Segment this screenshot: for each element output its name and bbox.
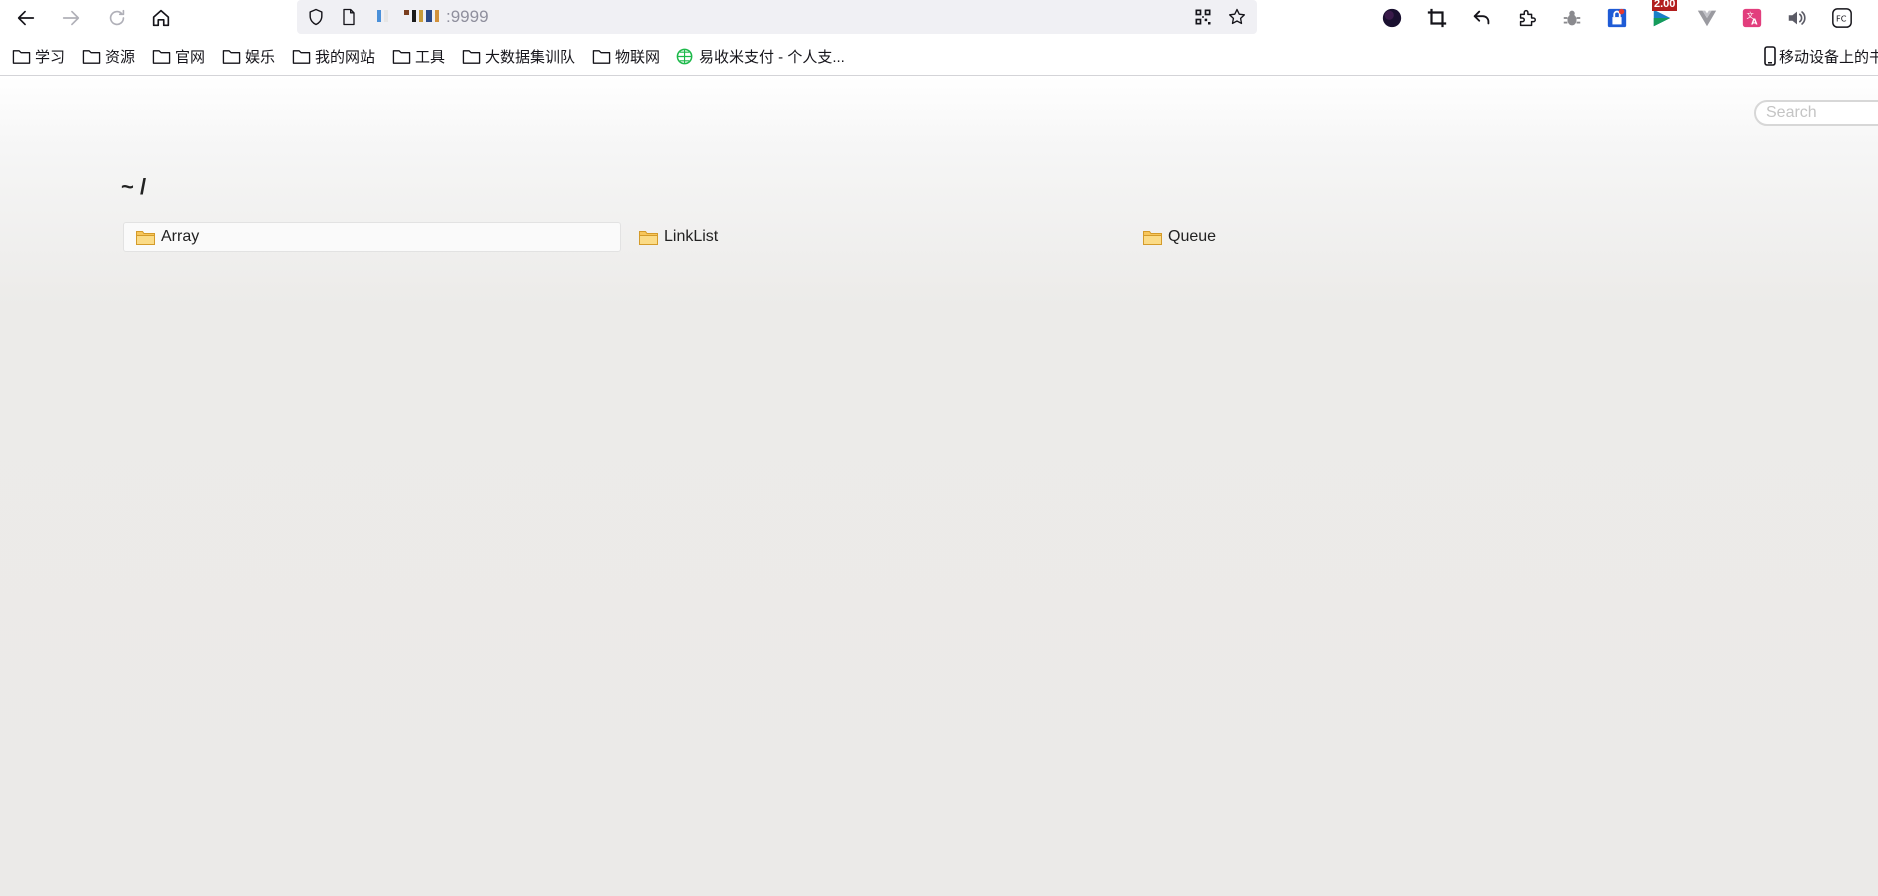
extension-fc-button[interactable]: FC bbox=[1828, 4, 1856, 32]
bookmark-label: 我的网站 bbox=[315, 48, 376, 66]
bookmark-folder-resources[interactable]: 资源 bbox=[82, 46, 135, 66]
puzzle-icon bbox=[1519, 9, 1536, 27]
folder-icon bbox=[292, 49, 311, 64]
file-item-linklist[interactable]: LinkList bbox=[627, 222, 1125, 252]
extensions-button[interactable] bbox=[1513, 4, 1541, 32]
bookmark-label: 工具 bbox=[415, 48, 446, 66]
bookmark-label: 资源 bbox=[105, 48, 136, 66]
file-item-name: Queue bbox=[1168, 228, 1217, 245]
bookmark-payment-site[interactable]: 易收米支付 - 个人支... bbox=[676, 46, 845, 66]
site-info-button[interactable] bbox=[337, 5, 361, 29]
file-item-name: LinkList bbox=[664, 228, 719, 245]
file-item-queue[interactable]: Queue bbox=[1131, 222, 1629, 252]
svg-text:FC: FC bbox=[1836, 14, 1847, 24]
folder-icon bbox=[12, 49, 31, 64]
folder-icon bbox=[462, 49, 481, 64]
mobile-bookmarks-folder[interactable]: 移动设备上的书 bbox=[1764, 46, 1878, 66]
forward-button[interactable] bbox=[55, 2, 87, 34]
url-port: :9999 bbox=[446, 7, 489, 26]
reload-icon bbox=[109, 9, 125, 26]
file-item-array[interactable]: Array bbox=[123, 222, 621, 252]
svg-text:A: A bbox=[1751, 16, 1758, 26]
tracking-protection-button[interactable] bbox=[304, 5, 328, 29]
extension-play-button[interactable]: 2.00 bbox=[1648, 0, 1678, 32]
home-icon bbox=[152, 9, 170, 27]
shield-icon bbox=[309, 8, 323, 26]
extension-dark-button[interactable] bbox=[1378, 4, 1406, 32]
dark-circle-icon bbox=[1382, 8, 1402, 28]
speaker-icon bbox=[1788, 11, 1806, 25]
url-host-redacted bbox=[377, 10, 439, 22]
directory-listing-page: ~ / Array LinkList Queue bbox=[0, 76, 1878, 896]
bookmark-folder-bigdata-team[interactable]: 大数据集训队 bbox=[462, 46, 575, 66]
extension-badge: 2.00 bbox=[1652, 0, 1678, 11]
qr-code-button[interactable] bbox=[1191, 5, 1215, 29]
file-item-name: Array bbox=[161, 228, 200, 245]
extension-bug-button[interactable] bbox=[1558, 4, 1586, 32]
extension-vue-button[interactable] bbox=[1693, 4, 1721, 32]
back-button[interactable] bbox=[10, 2, 42, 34]
bookmark-label: 娱乐 bbox=[245, 48, 276, 66]
browser-toolbar: :9999 2.00 文A FC bbox=[0, 0, 1878, 36]
folder-icon bbox=[222, 49, 241, 64]
bookmark-folder-my-sites[interactable]: 我的网站 bbox=[292, 46, 375, 66]
star-icon bbox=[1229, 8, 1245, 25]
bookmark-label: 大数据集训队 bbox=[485, 48, 576, 66]
folder-icon bbox=[1143, 230, 1162, 245]
extension-lock-button[interactable] bbox=[1603, 4, 1631, 32]
directory-path: ~ / bbox=[121, 174, 147, 199]
translate-button[interactable]: 文A bbox=[1738, 4, 1766, 32]
blue-lock-icon bbox=[1607, 8, 1627, 28]
fc-icon: FC bbox=[1832, 8, 1852, 28]
bookmark-folder-official[interactable]: 官网 bbox=[152, 46, 205, 66]
page-icon bbox=[343, 8, 355, 26]
undo-arrow-icon bbox=[1473, 10, 1490, 25]
bug-icon bbox=[1563, 10, 1581, 26]
folder-icon bbox=[592, 49, 611, 64]
undo-button[interactable] bbox=[1468, 4, 1496, 32]
address-bar[interactable]: :9999 bbox=[297, 0, 1257, 34]
bookmark-folder-iot[interactable]: 物联网 bbox=[592, 46, 660, 66]
mobile-bookmarks-label: 移动设备上的书 bbox=[1779, 48, 1878, 66]
folder-icon bbox=[152, 49, 171, 64]
globe-icon bbox=[676, 48, 693, 64]
bookmark-label: 学习 bbox=[35, 48, 66, 66]
bookmark-folder-tools[interactable]: 工具 bbox=[392, 46, 445, 66]
mobile-device-icon bbox=[1764, 46, 1776, 66]
bookmark-folder-entertainment[interactable]: 娱乐 bbox=[222, 46, 275, 66]
crop-icon bbox=[1427, 8, 1447, 28]
folder-icon bbox=[136, 230, 155, 245]
bookmark-star-button[interactable] bbox=[1225, 5, 1249, 29]
bookmark-folder-study[interactable]: 学习 bbox=[12, 46, 65, 66]
arrow-right-icon bbox=[62, 10, 80, 26]
bookmarks-toolbar: 学习 资源 官网 娱乐 我的网站 工具 大数据集训队 物联网 易收米支付 - 个… bbox=[0, 36, 1878, 76]
translate-icon: 文A bbox=[1742, 8, 1762, 28]
home-button[interactable] bbox=[145, 2, 177, 34]
bookmark-label: 物联网 bbox=[615, 48, 661, 66]
folder-icon bbox=[82, 49, 101, 64]
arrow-left-icon bbox=[17, 10, 35, 26]
speaker-button[interactable] bbox=[1783, 4, 1811, 32]
folder-icon bbox=[639, 230, 658, 245]
bookmark-label: 官网 bbox=[175, 48, 206, 66]
bookmark-label: 易收米支付 - 个人支... bbox=[699, 48, 845, 66]
vue-icon bbox=[1697, 10, 1717, 27]
reload-button[interactable] bbox=[101, 2, 133, 34]
search-input[interactable] bbox=[1754, 100, 1878, 126]
folder-icon bbox=[392, 49, 411, 64]
screenshot-crop-button[interactable] bbox=[1423, 4, 1451, 32]
qr-code-icon bbox=[1195, 9, 1211, 25]
